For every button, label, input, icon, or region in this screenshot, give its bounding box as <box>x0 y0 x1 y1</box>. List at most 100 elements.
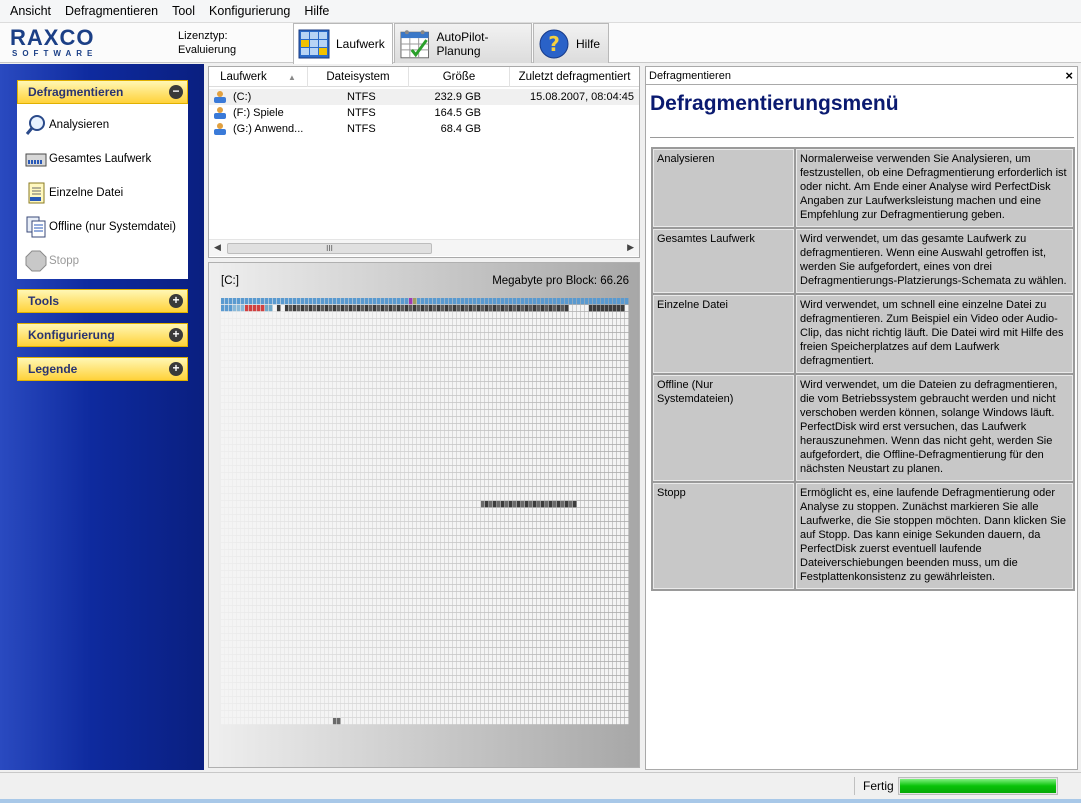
info-panel-title: Defragmentieren × <box>646 67 1077 85</box>
toolbar: RAXCO SOFTWARE Lizenztyp: Evaluierung La… <box>0 23 1081 64</box>
sidebar-item-label: Offline (nur Systemdatei) <box>49 221 176 233</box>
info-key: Analysieren <box>653 149 794 227</box>
cell-fs: NTFS <box>347 123 376 135</box>
info-panel: Defragmentieren × Defragmentierungsmenü … <box>645 66 1078 770</box>
sort-up-icon: ▲ <box>287 73 296 82</box>
sidebar-item-label: Gesamtes Laufwerk <box>49 153 152 165</box>
license-info: Lizenztyp: Evaluierung <box>178 29 236 57</box>
calendar-icon <box>400 29 430 58</box>
progress-fill <box>900 779 1056 793</box>
user-drive-icon <box>214 91 226 103</box>
license-value: Evaluierung <box>178 44 237 56</box>
tab-hilfe-label: Hilfe <box>576 36 601 51</box>
sidebar-item-stopp[interactable]: Stopp <box>25 248 79 274</box>
table-row[interactable]: (G:) Anwend... NTFS 68.4 GB <box>209 121 639 137</box>
status-bar: Fertig <box>0 772 1081 799</box>
cell-drive: (C:) <box>233 91 252 103</box>
info-text: Wird verwendet, um die Dateien zu defrag… <box>796 375 1073 481</box>
info-text: Normalerweise verwenden Sie Analysieren,… <box>796 149 1073 227</box>
cell-drive: (G:) Anwend... <box>233 123 304 135</box>
col-zuletzt[interactable]: Zuletzt defragmentiert <box>510 67 639 87</box>
section-konfigurierung-label: Konfigurierung <box>28 328 115 342</box>
horizontal-scrollbar[interactable]: ◀ III ▶ <box>209 239 639 256</box>
tab-laufwerk[interactable]: Laufwerk <box>293 23 393 64</box>
svg-text:?: ? <box>548 32 560 56</box>
menu-ansicht[interactable]: Ansicht <box>3 0 58 23</box>
col-groesse[interactable]: Größe <box>409 67 510 87</box>
disk-map-drive-label: [C:] <box>221 275 239 287</box>
license-label: Lizenztyp: <box>178 30 228 42</box>
menu-hilfe[interactable]: Hilfe <box>297 0 336 23</box>
col-laufwerk[interactable]: Laufwerk ▲ <box>209 67 308 87</box>
sidebar-item-analysieren[interactable]: Analysieren <box>25 112 109 138</box>
user-drive-icon <box>214 123 226 135</box>
scroll-left-icon[interactable]: ◀ <box>214 242 221 253</box>
user-drive-icon <box>214 107 226 119</box>
sidebar-item-label: Stopp <box>49 255 80 267</box>
section-defragmentieren[interactable]: Defragmentieren − <box>17 80 188 104</box>
table-row[interactable]: (C:) NTFS 232.9 GB 15.08.2007, 08:04:45 <box>209 89 639 105</box>
menu-konfigurierung[interactable]: Konfigurierung <box>202 0 297 23</box>
status-text: Fertig <box>863 779 894 793</box>
info-key: Offline (Nur Systemdateien) <box>653 375 794 481</box>
raxco-logo: RAXCO SOFTWARE <box>10 27 110 59</box>
file-icon <box>28 182 45 204</box>
cell-size: 232.9 GB <box>434 91 481 103</box>
info-row: Einzelne Datei Wird verwendet, um schnel… <box>653 295 1073 373</box>
sidebar-item-einzelne-datei[interactable]: Einzelne Datei <box>25 180 123 206</box>
sidebar-item-label: Analysieren <box>49 119 110 131</box>
drive-list: Laufwerk ▲ Dateisystem Größe Zuletzt def… <box>208 66 640 258</box>
section-tools-label: Tools <box>28 294 60 308</box>
section-tools[interactable]: Tools + <box>17 289 188 313</box>
drive-list-header: Laufwerk ▲ Dateisystem Größe Zuletzt def… <box>209 67 639 87</box>
collapse-icon[interactable]: − <box>169 85 183 99</box>
sidebar-item-offline[interactable]: Offline (nur Systemdatei) <box>25 214 176 240</box>
menu-defragmentieren[interactable]: Defragmentieren <box>58 0 165 23</box>
expand-icon[interactable]: + <box>169 294 183 308</box>
disk-map-panel: [C:] Megabyte pro Block: 66.26 <box>208 262 640 768</box>
expand-icon[interactable]: + <box>169 328 183 342</box>
cell-size: 164.5 GB <box>434 107 481 119</box>
info-key: Einzelne Datei <box>653 295 794 373</box>
info-key: Gesamtes Laufwerk <box>653 229 794 293</box>
logo-sub-text: SOFTWARE <box>12 49 98 58</box>
col-dateisystem[interactable]: Dateisystem <box>308 67 409 87</box>
table-row[interactable]: (F:) Spiele NTFS 164.5 GB <box>209 105 639 121</box>
magnifier-icon <box>25 115 45 135</box>
expand-icon[interactable]: + <box>169 362 183 376</box>
menu-tool[interactable]: Tool <box>165 0 202 23</box>
sidebar-item-gesamtes-laufwerk[interactable]: Gesamtes Laufwerk <box>25 146 151 172</box>
disk-block-map <box>221 298 629 725</box>
close-icon[interactable]: × <box>1065 67 1073 85</box>
drive-grid-icon <box>298 29 330 59</box>
info-text: Wird verwendet, um das gesamte Laufwerk … <box>796 229 1073 293</box>
info-key: Stopp <box>653 483 794 589</box>
section-legende[interactable]: Legende + <box>17 357 188 381</box>
divider <box>854 777 855 795</box>
info-row: Offline (Nur Systemdateien) Wird verwend… <box>653 375 1073 481</box>
scroll-right-icon[interactable]: ▶ <box>627 242 634 253</box>
section-defragmentieren-label: Defragmentieren <box>28 85 124 99</box>
tab-autopilot-planung[interactable]: AutoPilot-Planung <box>394 23 532 63</box>
progress-bar <box>898 777 1058 795</box>
menu-bar: Ansicht Defragmentieren Tool Konfigurier… <box>0 0 1081 23</box>
tab-laufwerk-label: Laufwerk <box>336 37 385 51</box>
section-konfigurierung[interactable]: Konfigurierung + <box>17 323 188 347</box>
info-text: Wird verwendet, um schnell eine einzelne… <box>796 295 1073 373</box>
info-row: Gesamtes Laufwerk Wird verwendet, um das… <box>653 229 1073 293</box>
cell-last <box>519 105 634 121</box>
tab-hilfe[interactable]: ? Hilfe <box>533 23 609 63</box>
info-text: Ermöglicht es, eine laufende Defragmenti… <box>796 483 1073 589</box>
tab-autopilot-label: AutoPilot-Planung <box>436 29 489 58</box>
megabyte-per-block-label: Megabyte pro Block: 66.26 <box>492 275 629 287</box>
system-file-icon <box>26 216 46 238</box>
info-heading: Defragmentierungsmenü <box>650 92 899 115</box>
scroll-thumb[interactable]: III <box>227 243 432 254</box>
logo-main-text: RAXCO <box>10 25 95 50</box>
info-row: Stopp Ermöglicht es, eine laufende Defra… <box>653 483 1073 589</box>
cell-size: 68.4 GB <box>440 123 481 135</box>
cell-drive: (F:) Spiele <box>233 107 284 119</box>
info-table: Analysieren Normalerweise verwenden Sie … <box>651 147 1075 591</box>
section-legende-label: Legende <box>28 362 78 376</box>
defragmentieren-panel: Analysieren Gesamtes Laufwerk Einzelne D… <box>17 104 188 279</box>
